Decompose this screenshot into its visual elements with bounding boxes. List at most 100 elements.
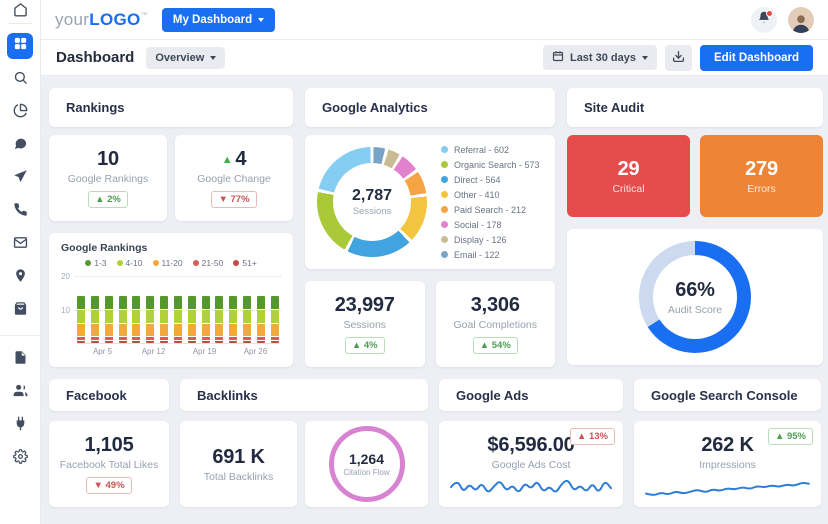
google-rankings-chart-widget: Google Rankings 1-34-1011-2021-5051+ 201…: [49, 233, 293, 367]
legend-item: 1-3: [85, 258, 106, 268]
section-title: Facebook: [66, 388, 127, 403]
sidebar-item-locations[interactable]: [8, 266, 32, 290]
page-title: Dashboard: [56, 49, 134, 66]
stacked-bar: [77, 296, 85, 343]
sidebar-item-store[interactable]: [8, 299, 32, 323]
person-icon: [790, 11, 812, 33]
stacked-bar: [105, 296, 113, 343]
stat-label: Sessions: [343, 319, 386, 331]
logo-bold: LOGO: [89, 10, 140, 30]
stat-value: 3,306: [471, 294, 520, 316]
legend-item: Other - 410: [441, 190, 540, 200]
legend-item: Social - 178: [441, 220, 540, 230]
change-badge: ▲ 54%: [473, 337, 518, 354]
home-icon: [13, 2, 28, 22]
sidebar-item-home[interactable]: [8, 0, 32, 24]
facebook-group: Facebook 1,105 Facebook Total Likes ▼ 49…: [49, 379, 169, 507]
stat-value: 29: [618, 158, 640, 180]
search-console-section-header: Google Search Console: [634, 379, 821, 411]
legend-item: Direct - 564: [441, 175, 540, 185]
pie-chart-icon: [13, 103, 28, 123]
goal-completions-widget: 3,306 Goal Completions ▲ 54%: [436, 281, 556, 367]
audit-score-label: Audit Score: [668, 304, 722, 316]
stacked-bar: [257, 296, 265, 343]
analytics-column: Google Analytics 2,787 Sessions Referral…: [305, 88, 555, 367]
stat-label: Google Change: [197, 173, 271, 185]
sidebar-item-search[interactable]: [8, 68, 32, 92]
stat-label: Citation Flow: [343, 468, 389, 477]
section-title: Rankings: [66, 100, 125, 115]
google-ads-section-header: Google Ads: [439, 379, 623, 411]
user-avatar[interactable]: [788, 7, 814, 33]
site-audit-section-header: Site Audit: [567, 88, 823, 127]
stacked-bar: [146, 296, 154, 343]
section-title: Google Search Console: [651, 388, 798, 403]
section-title: Site Audit: [584, 100, 644, 115]
up-triangle-icon: ▲: [222, 154, 233, 166]
stacked-bar: [174, 296, 182, 343]
stacked-bar: [271, 296, 279, 343]
stat-value: $6,596.00: [487, 434, 574, 456]
impressions-sparkline: [644, 474, 811, 500]
logo-trademark: ™: [141, 12, 148, 19]
calendar-icon: [552, 50, 564, 65]
section-title: Google Analytics: [322, 100, 428, 115]
stacked-bar: [215, 296, 223, 343]
errors-tile: 279 Errors: [700, 135, 823, 217]
stat-label: Total Backlinks: [204, 471, 273, 483]
chevron-down-icon: [258, 18, 264, 22]
legend-item: 4-10: [117, 258, 143, 268]
stat-value: 1,105: [84, 434, 133, 456]
my-dashboard-button[interactable]: My Dashboard: [162, 8, 275, 32]
sidebar-item-integrations[interactable]: [8, 414, 32, 438]
sidebar-item-email[interactable]: [8, 233, 32, 257]
users-icon: [13, 383, 28, 403]
google-ads-cost-widget: ▲ 13% $6,596.00 Google Ads Cost: [439, 421, 623, 507]
sidebar-item-analytics[interactable]: [8, 101, 32, 125]
section-title: Backlinks: [197, 388, 258, 403]
stat-label: Facebook Total Likes: [60, 459, 158, 471]
sidebar-item-chat[interactable]: [8, 134, 32, 158]
google-ads-group: Google Ads ▲ 13% $6,596.00 Google Ads Co…: [439, 379, 623, 507]
sidebar-item-settings[interactable]: [8, 447, 32, 471]
critical-issues-tile: 29 Critical: [567, 135, 690, 217]
logo: yourLOGO™: [55, 10, 148, 30]
sidebar-item-campaigns[interactable]: [8, 167, 32, 191]
topbar: yourLOGO™ My Dashboard: [41, 0, 828, 40]
backlinks-section-header: Backlinks: [180, 379, 428, 411]
change-badge: ▲ 95%: [768, 428, 813, 445]
stat-value: 691 K: [212, 446, 264, 468]
total-backlinks-widget: 691 K Total Backlinks: [180, 421, 297, 507]
dashboard-content: Rankings 10 Google Rankings ▲ 2% ▲4 Goog…: [41, 76, 828, 507]
change-badge: ▼ 77%: [211, 191, 256, 208]
stacked-bar: [132, 296, 140, 343]
rankings-bar-chart: 2010: [61, 276, 281, 344]
view-selector-dropdown[interactable]: Overview: [146, 47, 225, 69]
google-rankings-widget: 10 Google Rankings ▲ 2%: [49, 135, 167, 221]
sidebar-item-calls[interactable]: [8, 200, 32, 224]
stat-value: 279: [745, 158, 778, 180]
stacked-bar: [202, 296, 210, 343]
logo-prefix: your: [55, 10, 89, 30]
sidebar-item-team[interactable]: [8, 381, 32, 405]
donut-center-value: 2,787: [352, 187, 392, 205]
rankings-chart-legend: 1-34-1011-2021-5051+: [61, 258, 281, 268]
sidebar-divider: [0, 335, 41, 336]
citation-flow-ring: 1,264 Citation Flow: [329, 426, 405, 502]
rankings-column: Rankings 10 Google Rankings ▲ 2% ▲4 Goog…: [49, 88, 293, 367]
notifications-button[interactable]: [751, 7, 777, 33]
date-range-dropdown[interactable]: Last 30 days: [543, 45, 657, 70]
sidebar-item-reports[interactable]: [8, 348, 32, 372]
edit-dashboard-button[interactable]: Edit Dashboard: [700, 45, 813, 71]
mail-icon: [13, 235, 28, 255]
sidebar-item-dashboard[interactable]: [7, 33, 33, 59]
legend-item: 21-50: [193, 258, 224, 268]
change-badge: ▲ 4%: [345, 337, 385, 354]
chevron-down-icon: [642, 56, 648, 60]
legend-item: 51+: [233, 258, 256, 268]
dashboard-grid-icon: [13, 36, 28, 56]
gear-icon: [13, 449, 28, 469]
chart-title: Google Rankings: [61, 242, 281, 254]
download-report-button[interactable]: [665, 45, 692, 71]
donut-center: 2,787 Sessions: [333, 163, 411, 241]
